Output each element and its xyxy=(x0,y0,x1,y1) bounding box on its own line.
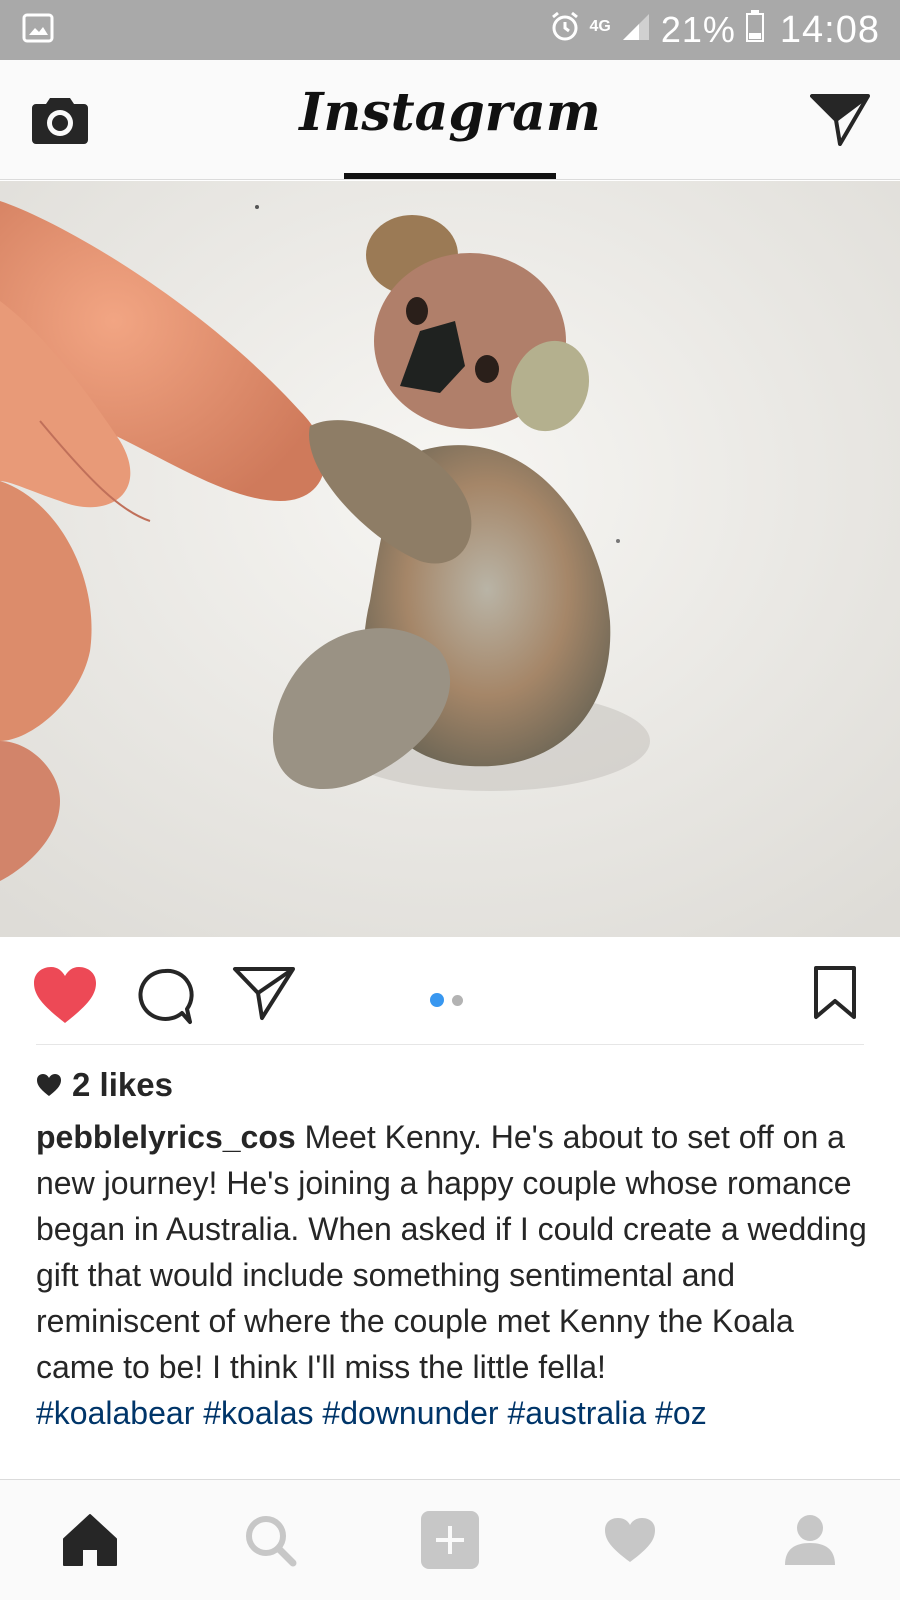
divider xyxy=(36,1044,864,1045)
carousel-dot xyxy=(452,994,463,1006)
top-nav-bar: Instagram xyxy=(0,60,900,180)
post-actions xyxy=(0,937,900,1045)
status-bar: 4G 21% 14:08 xyxy=(0,0,900,60)
comment-button[interactable] xyxy=(136,967,194,1025)
save-button[interactable] xyxy=(812,965,858,1021)
search-icon xyxy=(246,1516,297,1567)
post-image[interactable] xyxy=(0,181,900,937)
add-icon xyxy=(421,1511,479,1569)
direct-send-icon xyxy=(810,94,870,146)
app-logo[interactable]: Instagram xyxy=(0,82,900,143)
tab-add-post[interactable] xyxy=(420,1510,480,1570)
activity-icon xyxy=(605,1518,655,1562)
small-heart-icon xyxy=(37,1074,61,1096)
clock: 14:08 xyxy=(779,8,880,51)
hashtag-link[interactable]: #koalabear xyxy=(36,1395,194,1431)
carousel-indicator xyxy=(430,993,463,1007)
hashtag-link[interactable]: #downunder xyxy=(322,1395,498,1431)
caption-text: Meet Kenny. He's about to set off on a n… xyxy=(36,1119,867,1385)
tab-activity[interactable] xyxy=(600,1510,660,1570)
alarm-icon xyxy=(550,9,580,51)
tab-profile[interactable] xyxy=(780,1510,840,1570)
instagram-app: 4G 21% 14:08 Instagram 2 likes pebblelyr… xyxy=(0,0,900,1600)
post-caption: pebblelyrics_cos Meet Kenny. He's about … xyxy=(36,1114,870,1436)
bookmark-icon xyxy=(814,966,856,1019)
profile-icon xyxy=(785,1515,835,1565)
share-button[interactable] xyxy=(232,965,296,1021)
bottom-tab-bar xyxy=(0,1479,900,1600)
caption-username[interactable]: pebblelyrics_cos xyxy=(36,1119,296,1155)
likes-text: 2 likes xyxy=(72,1066,173,1103)
network-type: 4G xyxy=(589,18,611,35)
tab-search[interactable] xyxy=(240,1510,300,1570)
like-button[interactable] xyxy=(32,965,98,1025)
hashtag-link[interactable]: #oz xyxy=(655,1395,707,1431)
signal-icon xyxy=(621,9,651,51)
hashtag-link[interactable]: #koalas xyxy=(203,1395,313,1431)
heart-icon xyxy=(34,967,96,1023)
likes-count[interactable]: 2 likes xyxy=(36,1066,173,1104)
tab-home[interactable] xyxy=(60,1510,120,1570)
feed-tab-indicator xyxy=(344,173,556,179)
image-notification-icon xyxy=(22,13,54,48)
hashtag-link[interactable]: #australia xyxy=(507,1395,646,1431)
comment-icon xyxy=(138,968,194,1024)
direct-message-button[interactable] xyxy=(810,92,870,146)
hashtag-list: #koalabear #koalas #downunder #australia… xyxy=(36,1390,870,1436)
battery-icon xyxy=(745,9,764,51)
share-icon xyxy=(233,967,295,1020)
carousel-dot-active xyxy=(430,993,444,1007)
home-icon xyxy=(63,1514,117,1566)
battery-percent: 21% xyxy=(660,9,736,50)
